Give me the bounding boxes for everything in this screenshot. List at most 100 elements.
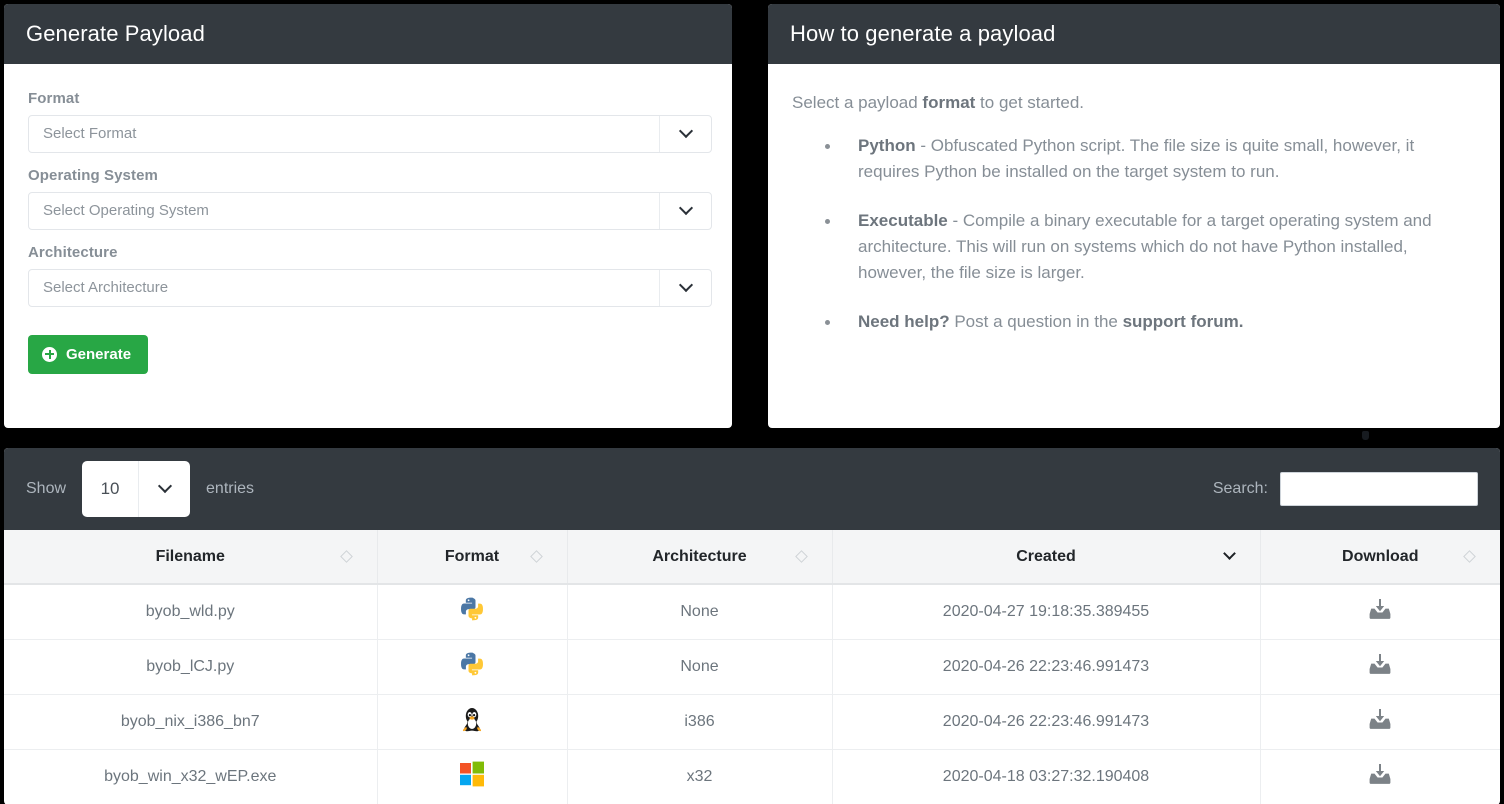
cell-format	[377, 584, 568, 640]
cell-filename: byob_win_x32_wEP.exe	[4, 749, 378, 804]
bullet-icon	[825, 319, 830, 325]
cell-architecture: None	[567, 584, 833, 640]
generate-button-label: Generate	[66, 345, 132, 363]
chevron-down-icon[interactable]	[659, 115, 711, 152]
download-tray-icon[interactable]	[1368, 597, 1392, 626]
generate-payload-form: Format Select Format Operating System Se…	[4, 64, 732, 394]
page-length-value: 10	[100, 479, 120, 498]
cell-download[interactable]	[1260, 584, 1500, 640]
table-row: byob_wld.py None 2020-04-27 19:18:35.38945…	[4, 584, 1500, 640]
format-select-value: Select Format	[43, 125, 137, 142]
show-entries-control: Show 10 entries	[26, 461, 254, 517]
payloads-table: Filename Format Architecture Created Dow…	[4, 530, 1500, 804]
help-item-python-term: Python	[858, 136, 916, 155]
operating-system-select-value: Select Operating System	[43, 202, 209, 219]
architecture-select-value: Select Architecture	[43, 279, 169, 296]
column-header-download-label: Download	[1342, 547, 1419, 565]
generate-payload-card: Generate Payload Format Select Format Op…	[4, 4, 732, 428]
table-row: byob_win_x32_wEP.exe x32 2020-04-18 03:27:…	[4, 749, 1500, 804]
cell-created: 2020-04-26 22:23:46.991473	[832, 694, 1261, 750]
chevron-down-icon[interactable]	[138, 461, 190, 517]
column-header-architecture[interactable]: Architecture	[567, 530, 833, 585]
column-header-filename[interactable]: Filename	[4, 530, 378, 585]
chevron-down-icon[interactable]	[659, 192, 711, 229]
show-label: Show	[26, 480, 67, 497]
sort-icon[interactable]	[1463, 550, 1476, 563]
help-item-need-help: Need help? Post a question in the suppor…	[792, 309, 1476, 335]
operating-system-select[interactable]: Select Operating System	[28, 191, 712, 230]
format-label: Format	[28, 89, 80, 107]
table-toolbar: Show 10 entries Search:	[4, 448, 1500, 530]
generate-payload-title: Generate Payload	[4, 4, 732, 64]
cell-format	[377, 694, 568, 750]
cell-created: 2020-04-26 22:23:46.991473	[832, 639, 1261, 695]
windows-logo-icon	[459, 761, 485, 792]
cell-download[interactable]	[1260, 639, 1500, 695]
table-body: byob_wld.py None 2020-04-27 19:18:35.38945…	[4, 584, 1500, 804]
cell-created: 2020-04-27 19:18:35.389455	[832, 584, 1261, 640]
support-forum-link[interactable]: support forum.	[1123, 312, 1244, 331]
cell-format	[377, 749, 568, 804]
cell-filename: byob_nix_i386_bn7	[4, 694, 378, 750]
operating-system-label: Operating System	[28, 166, 158, 184]
cell-architecture: x32	[567, 749, 833, 804]
table-header-row: Filename Format Architecture Created Dow…	[4, 530, 1500, 585]
plus-circle-icon	[42, 346, 57, 362]
how-to-generate-card: How to generate a payload Select a paylo…	[768, 4, 1500, 428]
help-intro-pre: Select a payload	[792, 92, 923, 112]
chevron-down-icon[interactable]	[659, 269, 711, 306]
help-item-executable-term: Executable	[858, 210, 948, 230]
help-list: Python - Obfuscated Python script. The f…	[792, 133, 1476, 335]
sort-desc-icon[interactable]	[1222, 547, 1236, 563]
download-tray-icon[interactable]	[1368, 652, 1392, 681]
help-intro: Select a payload format to get started.	[792, 90, 1476, 116]
sort-icon[interactable]	[339, 550, 353, 563]
python-logo-icon	[459, 596, 485, 627]
column-header-filename-label: Filename	[155, 547, 225, 565]
help-intro-post: to get started.	[975, 92, 1085, 112]
column-header-download[interactable]: Download	[1260, 530, 1500, 585]
search-label: Search:	[1212, 480, 1268, 497]
column-header-created[interactable]: Created	[832, 530, 1261, 585]
entries-label: entries	[206, 480, 255, 497]
column-header-format-label: Format	[444, 547, 500, 565]
architecture-select[interactable]: Select Architecture	[28, 268, 712, 307]
download-tray-icon[interactable]	[1368, 707, 1392, 736]
help-item-python: Python - Obfuscated Python script. The f…	[792, 133, 1476, 186]
cell-filename: byob_lCJ.py	[4, 639, 378, 695]
search-input[interactable]	[1280, 472, 1478, 506]
column-header-format[interactable]: Format	[377, 530, 568, 585]
architecture-label: Architecture	[28, 243, 118, 261]
linux-tux-icon	[460, 705, 484, 738]
how-to-generate-body: Select a payload format to get started. …	[768, 64, 1500, 356]
top-cards-row: Generate Payload Format Select Format Op…	[0, 0, 1504, 428]
column-header-architecture-label: Architecture	[652, 547, 747, 565]
help-intro-bold: format	[922, 92, 976, 112]
help-item-executable: Executable - Compile a binary executable…	[792, 208, 1476, 287]
page-length-select[interactable]: 10	[82, 461, 191, 517]
table-row: byob_lCJ.py None 2020-04-26 22:23:46.99147…	[4, 639, 1500, 695]
download-tray-icon[interactable]	[1368, 762, 1392, 791]
cell-architecture: None	[567, 639, 833, 695]
cell-filename: byob_wld.py	[4, 584, 378, 640]
mouse-cursor	[1362, 431, 1369, 440]
sort-icon[interactable]	[529, 550, 543, 563]
bullet-icon	[825, 144, 830, 149]
generate-button[interactable]: Generate	[28, 334, 149, 374]
payloads-table-card: Show 10 entries Search: Filename Format …	[4, 448, 1500, 804]
help-item-need-help-term: Need help?	[858, 311, 950, 331]
format-select[interactable]: Select Format	[28, 114, 712, 153]
cell-download[interactable]	[1260, 694, 1500, 750]
cell-format	[377, 639, 568, 695]
cell-download[interactable]	[1260, 749, 1500, 804]
sort-icon[interactable]	[794, 550, 808, 563]
payload-generator-page: Generate Payload Format Select Format Op…	[0, 0, 1504, 804]
table-row: byob_nix_i386_bn7 i386 2020-04-26 22:23:46…	[4, 694, 1500, 750]
help-item-need-help-text: Post a question in the	[949, 311, 1123, 331]
how-to-generate-title: How to generate a payload	[768, 4, 1500, 64]
search-control: Search:	[1213, 472, 1478, 506]
column-header-created-label: Created	[1016, 547, 1076, 565]
bullet-icon	[825, 218, 830, 224]
help-item-python-text: - Obfuscated Python script. The file siz…	[858, 136, 1415, 182]
cell-created: 2020-04-18 03:27:32.190408	[832, 749, 1261, 804]
